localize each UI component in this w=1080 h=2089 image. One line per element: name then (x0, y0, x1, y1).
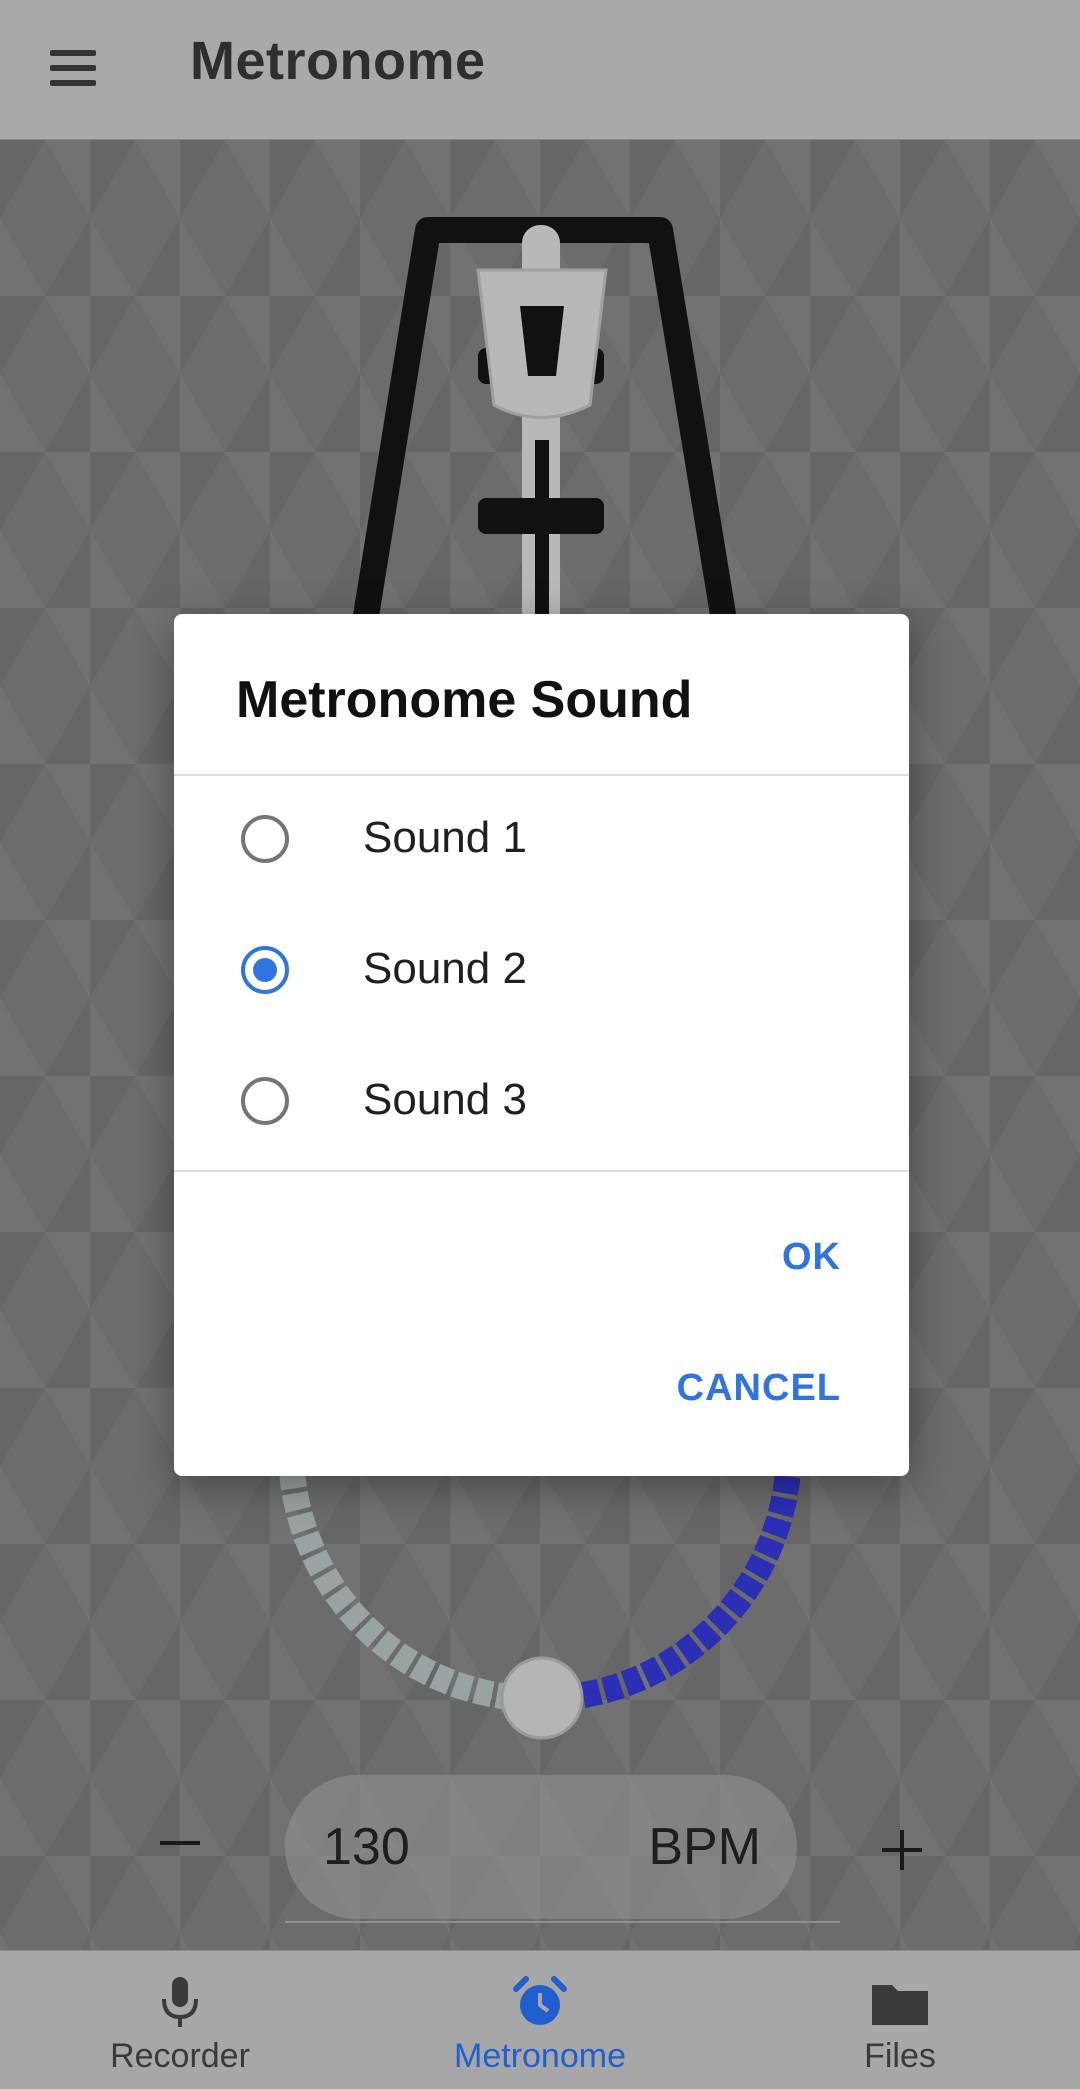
dial-segment-empty (450, 1671, 475, 1702)
hamburger-menu-icon[interactable] (36, 38, 112, 98)
bpm-underline (285, 1921, 840, 1923)
dialog-divider (174, 1170, 909, 1172)
dial-segment-empty (286, 1511, 317, 1535)
increase-bpm-button[interactable] (872, 1820, 932, 1880)
sound-option-2[interactable]: Sound 2 (174, 907, 909, 1038)
bpm-unit: BPM (648, 1818, 761, 1876)
dial-segment-filled (620, 1665, 647, 1697)
app-root: Metronome 130 BPM Recorder Metronome Fil… (0, 0, 1080, 2089)
microphone-icon (162, 1977, 198, 2027)
radio-button-selected[interactable] (241, 946, 289, 994)
app-bar: Metronome (0, 0, 1080, 140)
ok-button[interactable]: OK (782, 1236, 841, 1279)
bpm-value: 130 (323, 1818, 410, 1876)
radio-button[interactable] (241, 1077, 289, 1125)
option-label: Sound 2 (363, 944, 527, 993)
dialog-title: Metronome Sound (236, 671, 693, 729)
dial-segment-filled (767, 1495, 798, 1518)
dial-segment-filled (753, 1534, 785, 1561)
sound-option-3[interactable]: Sound 3 (174, 1038, 909, 1169)
nav-item-files[interactable]: Files (720, 1951, 1080, 2089)
dial-segment-filled (580, 1679, 603, 1709)
tempo-dial-knob[interactable] (500, 1656, 584, 1740)
app-title: Metronome (190, 31, 486, 91)
folder-icon (872, 1985, 928, 2025)
dial-segment-filled (761, 1515, 792, 1540)
dial-segment-empty (429, 1663, 456, 1695)
option-label: Sound 1 (363, 813, 527, 862)
sound-option-1[interactable]: Sound 1 (174, 776, 909, 907)
nav-label-files: Files (864, 2037, 936, 2075)
nav-label-metronome: Metronome (454, 2037, 626, 2075)
nav-item-recorder[interactable]: Recorder (0, 1951, 360, 2089)
bottom-navigation: Recorder Metronome Files (0, 1950, 1080, 2089)
radio-button[interactable] (241, 815, 289, 863)
metronome-sound-dialog: Metronome Sound Sound 1 Sound 2 Sound 3 … (174, 614, 909, 1476)
alarm-clock-icon (513, 1976, 567, 2025)
dial-segment-empty (472, 1677, 495, 1708)
dial-segment-filled (601, 1673, 625, 1704)
option-label: Sound 3 (363, 1075, 527, 1124)
dial-segment-empty (293, 1530, 325, 1557)
nav-item-metronome[interactable]: Metronome (360, 1951, 720, 2089)
dial-segment-empty (281, 1490, 311, 1513)
decrease-bpm-button[interactable] (150, 1812, 210, 1872)
nav-label-recorder: Recorder (110, 2037, 250, 2075)
dial-segment-filled (772, 1475, 801, 1496)
bpm-display[interactable]: 130 BPM (285, 1775, 797, 1919)
cancel-button[interactable]: CANCEL (677, 1367, 841, 1410)
